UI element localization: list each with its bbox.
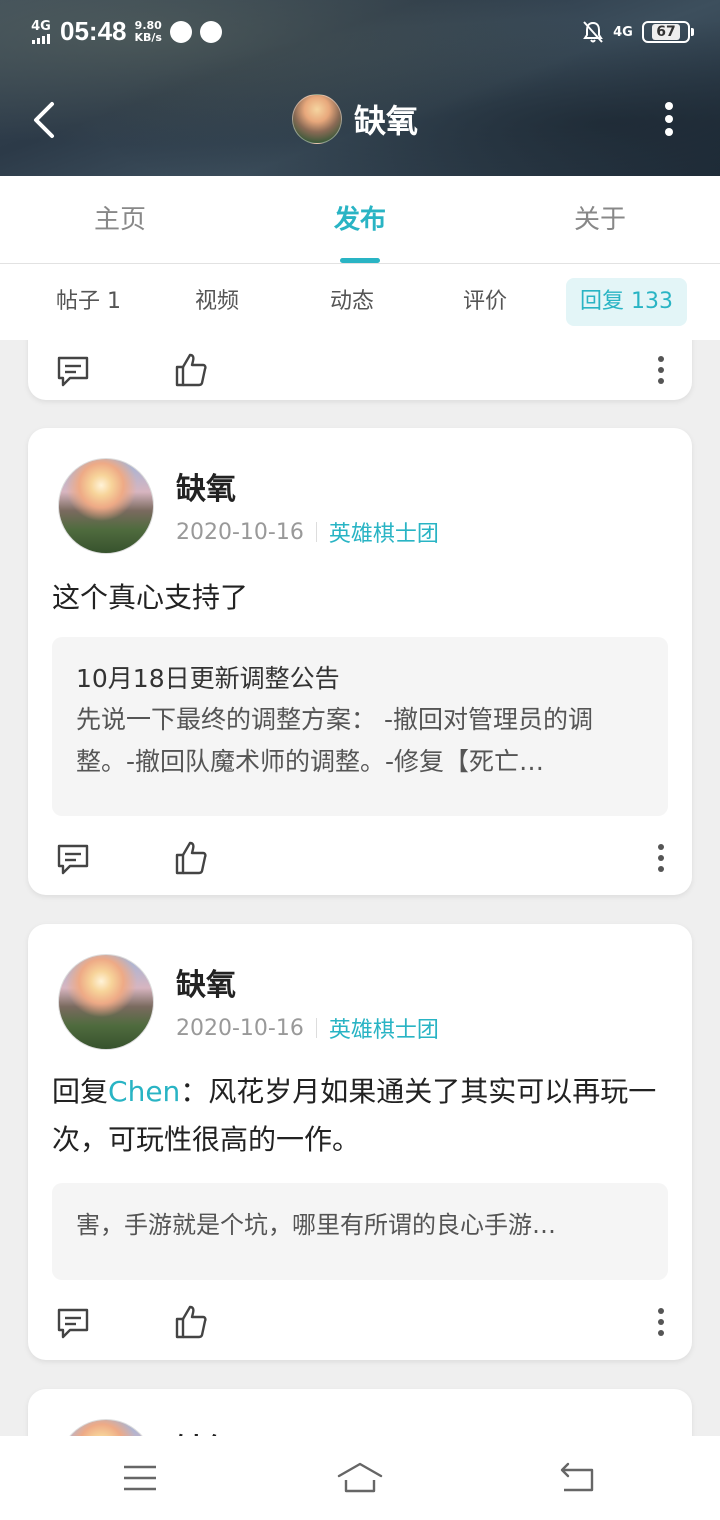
compass-icon: [199, 20, 222, 43]
quoted-body: 害，手游就是个坑，哪里有所谓的良心手游…: [76, 1211, 556, 1239]
mention-link[interactable]: Chen: [108, 1075, 180, 1108]
reply-text: 回复Chen：风花岁月如果通关了其实可以再玩一次，可玩性很高的一作。: [52, 1068, 668, 1164]
reply-list: 缺氧 2020-10-16 英雄棋士团 这个真心支持了 10月18日更新调整公告…: [0, 340, 720, 1436]
network-type-right: 4G: [613, 24, 633, 40]
message-icon: [169, 20, 192, 43]
more-vertical-icon[interactable]: [658, 1308, 666, 1336]
subtab-reviews[interactable]: 评价: [463, 278, 507, 326]
more-vertical-icon[interactable]: [658, 356, 666, 384]
profile-title: 缺氧: [292, 94, 418, 144]
speed-value: 9.80: [134, 18, 162, 32]
subtab-threads[interactable]: 帖子 1: [56, 278, 121, 326]
main-tabs: 主页 发布 关于: [0, 176, 720, 264]
card-actions: [28, 1300, 692, 1350]
subtab-replies[interactable]: 回复 133: [566, 278, 687, 326]
card-actions: [28, 348, 692, 398]
mute-icon: [583, 21, 603, 43]
avatar[interactable]: [292, 94, 342, 144]
tab-about[interactable]: 关于: [480, 176, 720, 263]
subtab-videos[interactable]: 视频: [195, 278, 239, 326]
network-speed: 9.80 KB/s: [134, 18, 162, 44]
more-vertical-icon[interactable]: [664, 102, 674, 136]
divider: [315, 1018, 317, 1038]
reply-text: 这个真心支持了: [52, 581, 249, 614]
signal-icon: 4G: [30, 20, 52, 44]
sub-tabs: 帖子 1 视频 动态 评价 回复 133: [0, 264, 720, 340]
group-link[interactable]: 英雄棋士团: [329, 1012, 439, 1044]
reply-card[interactable]: 缺氧 2020-10-16 英雄棋士团 这个真心支持了 10月18日更新调整公告…: [28, 428, 692, 895]
battery-level: 67: [652, 24, 680, 40]
more-vertical-icon[interactable]: [658, 844, 666, 872]
home-icon[interactable]: [336, 1458, 384, 1498]
nav-bar: 缺氧: [0, 80, 720, 160]
comment-icon[interactable]: [56, 1306, 90, 1340]
menu-icon[interactable]: [118, 1458, 162, 1498]
quoted-body: 先说一下最终的调整方案： -撤回对管理员的调整。-撤回队魔术师的调整。-修复【死…: [76, 705, 593, 776]
post-date: 2020-10-16: [176, 1015, 304, 1041]
avatar[interactable]: [58, 458, 154, 554]
subtab-moments[interactable]: 动态: [330, 278, 374, 326]
author-name[interactable]: 缺氧: [176, 960, 236, 1004]
thumbs-up-icon[interactable]: [174, 1304, 208, 1340]
system-nav-bar: [0, 1436, 720, 1520]
post-meta: 2020-10-16 英雄棋士团: [176, 516, 439, 548]
reply-card[interactable]: 缺氧: [28, 1389, 692, 1436]
quoted-title: 10月18日更新调整公告: [76, 664, 340, 693]
reply-card[interactable]: [28, 340, 692, 400]
post-meta: 2020-10-16 英雄棋士团: [176, 1012, 439, 1044]
chevron-left-icon[interactable]: [26, 98, 66, 142]
quoted-post[interactable]: 害，手游就是个坑，哪里有所谓的良心手游…: [52, 1183, 668, 1280]
comment-icon[interactable]: [56, 842, 90, 876]
thumbs-up-icon[interactable]: [174, 840, 208, 876]
tab-posts[interactable]: 发布: [240, 176, 480, 263]
tab-home[interactable]: 主页: [0, 176, 240, 263]
return-icon[interactable]: [556, 1458, 600, 1498]
avatar[interactable]: [58, 1419, 154, 1436]
group-link[interactable]: 英雄棋士团: [329, 516, 439, 548]
avatar[interactable]: [58, 954, 154, 1050]
thumbs-up-icon[interactable]: [174, 352, 208, 388]
author-name[interactable]: 缺氧: [176, 464, 236, 508]
clock: 05:48: [60, 16, 127, 46]
author-name[interactable]: 缺氧: [176, 1425, 236, 1436]
reply-card[interactable]: 缺氧 2020-10-16 英雄棋士团 回复Chen：风花岁月如果通关了其实可以…: [28, 924, 692, 1360]
quoted-post[interactable]: 10月18日更新调整公告 先说一下最终的调整方案： -撤回对管理员的调整。-撤回…: [52, 637, 668, 816]
profile-name: 缺氧: [354, 102, 419, 140]
network-type: 4G: [31, 18, 51, 34]
speed-unit: KB/s: [134, 30, 162, 44]
card-actions: [28, 836, 692, 886]
profile-header: 4G 05:48 9.80 KB/s 4G 67 缺氧: [0, 0, 720, 176]
signal-right-icon: 4G: [612, 26, 634, 39]
status-bar: 4G 05:48 9.80 KB/s 4G 67: [0, 0, 720, 64]
reply-prefix: 回复: [52, 1075, 109, 1108]
comment-icon[interactable]: [56, 354, 90, 388]
battery-icon: 67: [642, 21, 694, 43]
divider: [315, 522, 317, 542]
post-date: 2020-10-16: [176, 519, 304, 545]
